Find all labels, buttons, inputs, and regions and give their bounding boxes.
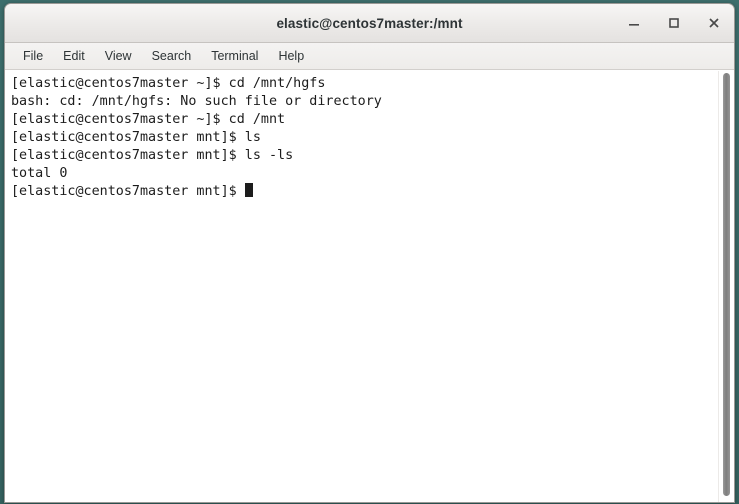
terminal-screen[interactable]: [elastic@centos7master ~]$ cd /mnt/hgfs … [5, 71, 718, 502]
terminal-prompt: [elastic@centos7master mnt]$ [11, 184, 245, 199]
terminal-line: [elastic@centos7master ~]$ cd /mnt [11, 112, 286, 127]
menu-item-view[interactable]: View [96, 46, 141, 67]
terminal-line: [elastic@centos7master mnt]$ ls [11, 130, 261, 145]
menu-item-edit[interactable]: Edit [54, 46, 94, 67]
menu-item-help[interactable]: Help [269, 46, 313, 67]
scrollbar-thumb[interactable] [723, 73, 730, 496]
terminal-window: elastic@centos7master:/mnt File Edit Vie… [4, 3, 735, 503]
terminal-line: bash: cd: /mnt/hgfs: No such file or dir… [11, 94, 382, 109]
terminal-cursor [244, 183, 253, 197]
terminal-prompt-line: [elastic@centos7master mnt]$ [11, 183, 718, 201]
terminal-line: [elastic@centos7master mnt]$ ls -ls [11, 148, 294, 163]
menu-bar: File Edit View Search Terminal Help [5, 43, 734, 70]
terminal-scrollbar[interactable] [718, 71, 734, 502]
desktop-background: elastic@centos7master:/mnt File Edit Vie… [0, 0, 739, 504]
window-titlebar[interactable]: elastic@centos7master:/mnt [5, 4, 734, 43]
minimize-button[interactable] [624, 13, 644, 33]
menu-item-file[interactable]: File [14, 46, 52, 67]
window-controls [624, 4, 724, 42]
terminal-line: total 0 [11, 166, 68, 181]
window-title: elastic@centos7master:/mnt [276, 15, 463, 31]
maximize-button[interactable] [664, 13, 684, 33]
terminal-area: [elastic@centos7master ~]$ cd /mnt/hgfs … [5, 70, 734, 502]
terminal-line: [elastic@centos7master ~]$ cd /mnt/hgfs [11, 76, 326, 91]
close-button[interactable] [704, 13, 724, 33]
menu-item-search[interactable]: Search [143, 46, 201, 67]
menu-item-terminal[interactable]: Terminal [202, 46, 267, 67]
